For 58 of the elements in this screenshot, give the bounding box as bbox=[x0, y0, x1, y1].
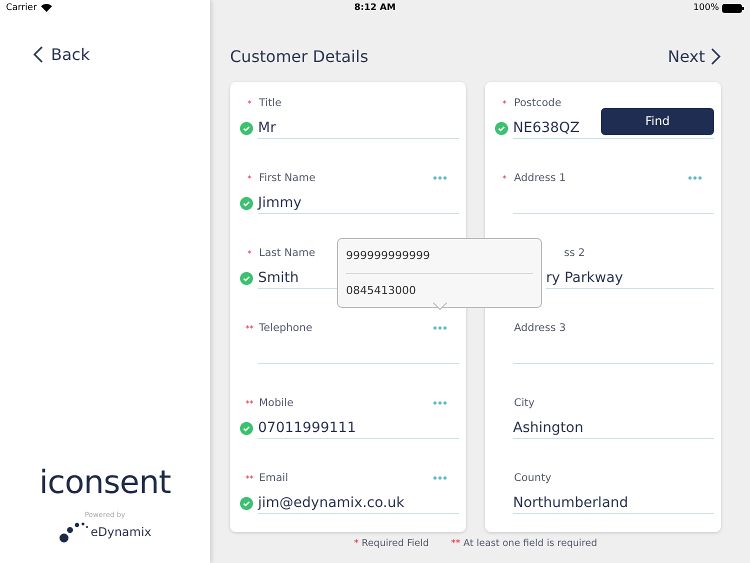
more-icon[interactable] bbox=[433, 401, 447, 405]
required-marker: * bbox=[246, 248, 252, 258]
battery-percent: 100% bbox=[693, 3, 719, 13]
field-label: First Name bbox=[259, 172, 316, 184]
legend-note: ** At least one field is required bbox=[450, 538, 598, 549]
partner-name: eDynamix bbox=[90, 525, 152, 539]
field-label: Telephone bbox=[259, 322, 312, 334]
more-icon[interactable] bbox=[433, 326, 447, 330]
check-icon bbox=[240, 496, 253, 510]
wifi-icon bbox=[40, 4, 52, 12]
more-icon[interactable] bbox=[433, 476, 447, 480]
check-icon bbox=[240, 122, 253, 134]
input-field[interactable]: 07011999111 bbox=[258, 420, 356, 436]
field-label: Mobile bbox=[259, 397, 294, 409]
find-button[interactable]: Find bbox=[601, 108, 714, 134]
legend-note: * Required Field bbox=[354, 538, 429, 549]
dots-logo-icon bbox=[58, 521, 89, 543]
chevron-right-icon bbox=[711, 48, 721, 64]
input-field[interactable]: Smith bbox=[258, 270, 299, 286]
input-field[interactable]: Jimmy bbox=[258, 194, 302, 210]
field-label: Title bbox=[259, 97, 282, 109]
required-marker: ** bbox=[244, 324, 254, 332]
clock: 8:12 AM bbox=[354, 3, 396, 13]
required-marker: ** bbox=[244, 474, 254, 482]
input-field[interactable]: ry Parkway bbox=[546, 270, 624, 286]
carrier-label: Carrier bbox=[6, 3, 37, 13]
required-marker: * bbox=[246, 174, 252, 182]
input-field[interactable]: Northumberland bbox=[513, 494, 628, 510]
required-marker: * bbox=[246, 98, 252, 108]
page-title: Customer Details bbox=[230, 46, 368, 66]
field-label: Email bbox=[259, 472, 288, 484]
field-label: County bbox=[514, 472, 552, 484]
required-marker: ** bbox=[244, 398, 254, 408]
field-label: ss 2 bbox=[564, 247, 585, 259]
battery-icon bbox=[722, 4, 744, 12]
more-icon[interactable] bbox=[433, 176, 447, 180]
input-field[interactable]: Mr bbox=[258, 120, 276, 136]
input-field[interactable]: NE638QZ bbox=[513, 120, 580, 136]
input-field[interactable]: jim@edynamix.co.uk bbox=[258, 494, 404, 510]
field-label: Address 1 bbox=[514, 172, 566, 184]
field-label: Last Name bbox=[259, 247, 316, 259]
field-label: Address 3 bbox=[514, 322, 566, 334]
field-label: Postcode bbox=[514, 97, 562, 109]
logo-text: iconsent bbox=[39, 463, 171, 501]
more-icon[interactable] bbox=[688, 176, 702, 180]
chevron-left-icon bbox=[33, 46, 43, 63]
check-icon bbox=[240, 422, 253, 434]
suggestion-option[interactable]: 999999999999 bbox=[346, 239, 533, 274]
required-marker: * bbox=[502, 174, 508, 182]
check-icon bbox=[240, 196, 253, 210]
next-button[interactable]: Next bbox=[668, 46, 721, 66]
required-marker: * bbox=[502, 98, 508, 108]
input-field[interactable]: Ashington bbox=[513, 420, 584, 436]
back-button[interactable]: Back bbox=[33, 45, 90, 64]
check-icon bbox=[240, 272, 253, 284]
suggestion-option[interactable]: 0845413000 bbox=[346, 274, 533, 307]
field-label: City bbox=[514, 397, 535, 409]
check-icon bbox=[495, 122, 508, 134]
